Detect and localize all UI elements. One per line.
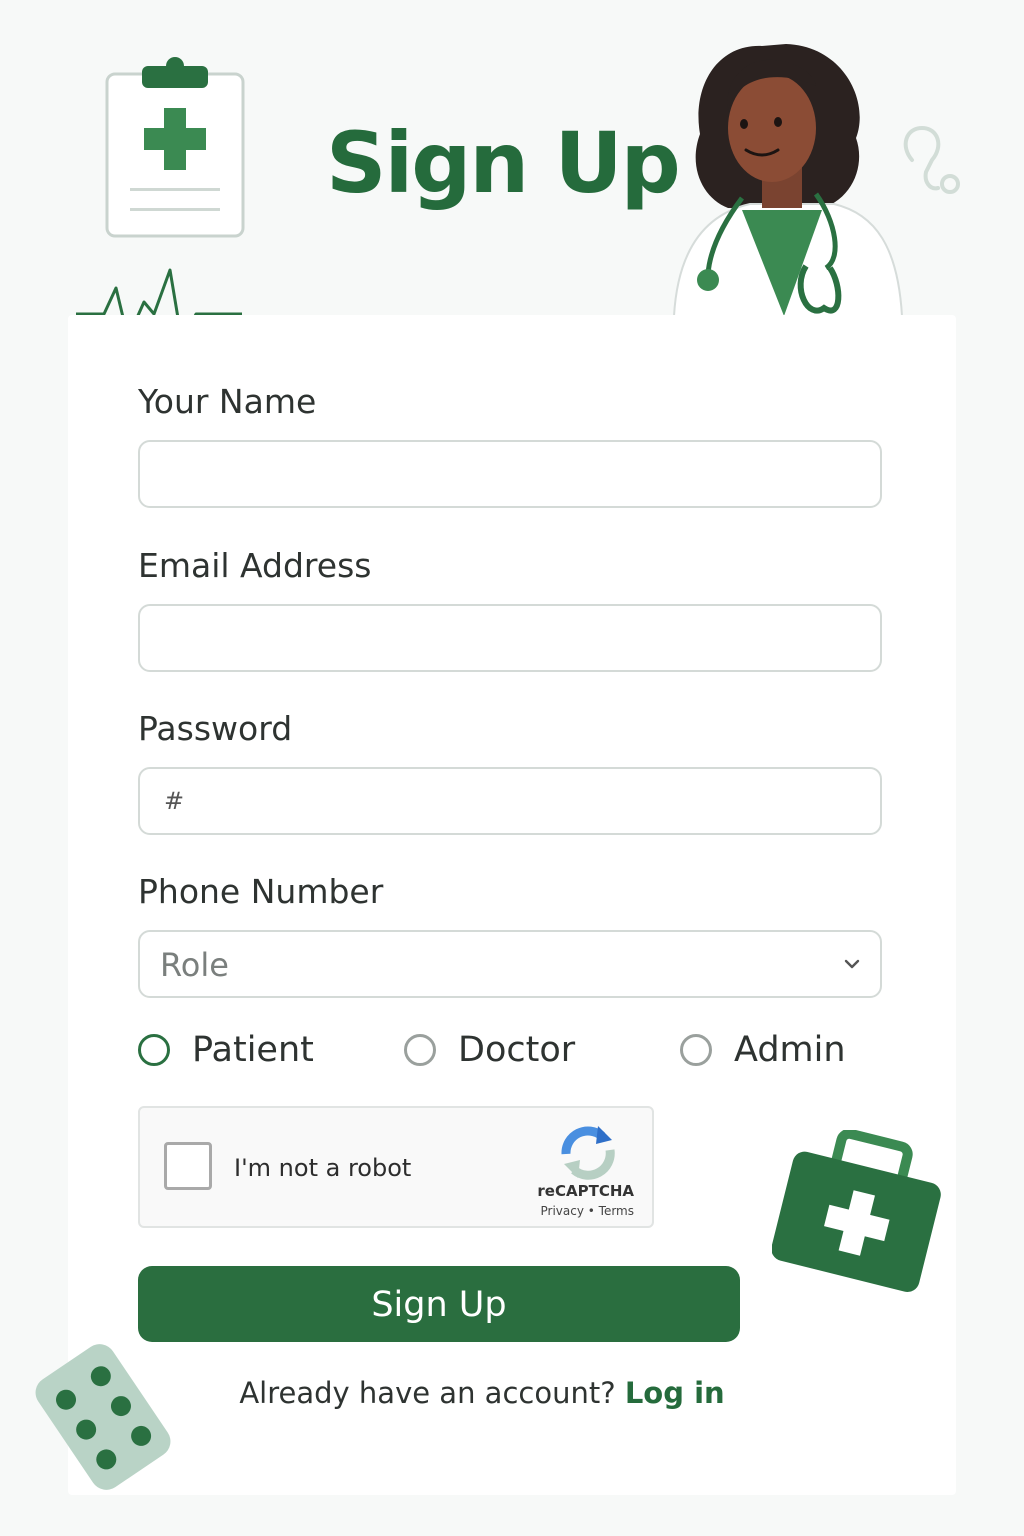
- login-link[interactable]: Log in: [625, 1376, 725, 1410]
- clipboard-medical-icon: [105, 57, 245, 238]
- recaptcha-brand: reCAPTCHA: [537, 1182, 634, 1200]
- phone-label: Phone Number: [138, 872, 384, 911]
- recaptcha-links[interactable]: Privacy • Terms: [541, 1204, 635, 1218]
- doctor-illustration: [672, 44, 904, 316]
- name-label: Your Name: [138, 382, 317, 421]
- recaptcha-logo-icon: [561, 1126, 615, 1180]
- recaptcha-label: I'm not a robot: [234, 1154, 412, 1182]
- radio-circle-admin[interactable]: [680, 1034, 712, 1066]
- stethoscope-icon: [903, 125, 960, 194]
- role-placeholder: Role: [160, 946, 229, 984]
- password-input[interactable]: #: [138, 767, 882, 835]
- medical-kit-icon: [772, 1130, 941, 1292]
- email-input[interactable]: [138, 604, 882, 672]
- pill-pack-icon: [35, 1344, 171, 1490]
- recaptcha-checkbox[interactable]: [164, 1142, 212, 1190]
- password-label: Password: [138, 709, 293, 748]
- name-input[interactable]: [138, 440, 882, 508]
- login-prompt-text: Already have an account?: [239, 1376, 616, 1410]
- role-select[interactable]: Role: [138, 930, 882, 998]
- radio-label-admin: Admin: [734, 1030, 846, 1070]
- role-radio-admin[interactable]: Admin: [680, 1030, 846, 1070]
- radio-label-patient: Patient: [192, 1030, 314, 1070]
- radio-circle-patient[interactable]: [138, 1034, 170, 1066]
- password-value: #: [164, 787, 185, 815]
- chevron-down-icon: [844, 959, 860, 969]
- signup-button[interactable]: Sign Up: [138, 1266, 740, 1342]
- radio-label-doctor: Doctor: [458, 1030, 576, 1070]
- role-radio-patient[interactable]: Patient: [138, 1030, 314, 1070]
- email-label: Email Address: [138, 546, 372, 585]
- radio-circle-doctor[interactable]: [404, 1034, 436, 1066]
- recaptcha-widget: I'm not a robot reCAPTCHA Privacy • Term…: [138, 1106, 654, 1228]
- page-title: Sign Up: [326, 114, 681, 212]
- role-radio-doctor[interactable]: Doctor: [404, 1030, 575, 1070]
